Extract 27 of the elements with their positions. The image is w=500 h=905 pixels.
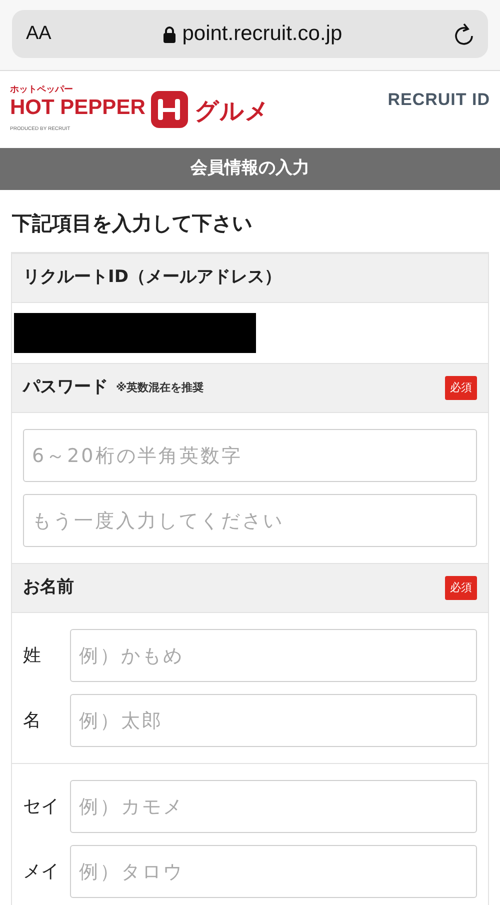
- lock-icon: [163, 26, 176, 42]
- address-bar[interactable]: AA point.recruit.co.jp: [12, 10, 488, 58]
- field-label: メイ: [23, 860, 60, 884]
- partner-logo: RECRUIT ID: [388, 89, 490, 111]
- input-field[interactable]: 例）太郎: [70, 694, 477, 747]
- input-field[interactable]: 6～20桁の半角英数字: [23, 429, 477, 482]
- input-field[interactable]: 例）かもめ: [70, 629, 477, 682]
- required-badge: 必須: [445, 576, 477, 600]
- logo-kana: ホットペッパー: [10, 85, 74, 95]
- section-note: ※英数混在を推奨: [116, 380, 204, 396]
- section-label: パスワード: [23, 376, 108, 400]
- instruction-text: 下記項目を入力して下さい: [11, 210, 253, 237]
- page-title-bar: 会員情報の入力: [0, 148, 500, 190]
- logo-text: HOT PEPPER: [10, 95, 146, 121]
- url-text: point.recruit.co.jp: [182, 21, 342, 48]
- reload-icon[interactable]: [454, 23, 474, 45]
- section-label: リクルートID（メールアドレス）: [23, 266, 282, 290]
- text-size-button[interactable]: AA: [26, 20, 52, 48]
- required-badge: 必須: [445, 376, 477, 400]
- field-label: 名: [23, 709, 42, 733]
- logo-suffix: グルメ: [194, 96, 270, 127]
- input-field[interactable]: 例）タロウ: [70, 845, 477, 898]
- section-label: お名前: [23, 576, 74, 600]
- field-label: 姓: [23, 644, 42, 668]
- field-label: セイ: [23, 795, 60, 819]
- input-field[interactable]: もう一度入力してください: [23, 494, 477, 547]
- input-field[interactable]: 例）カモメ: [70, 780, 477, 833]
